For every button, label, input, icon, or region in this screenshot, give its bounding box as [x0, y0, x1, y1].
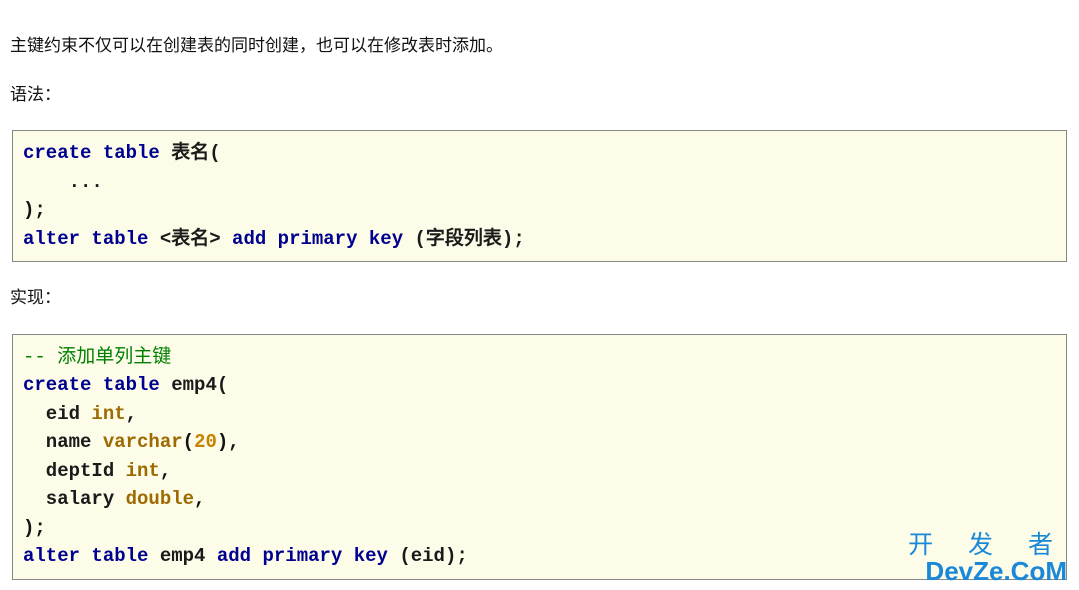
- code-text: (eid);: [388, 545, 468, 567]
- syntax-code-block: create table 表名( ... ); alter table <表名>…: [12, 130, 1067, 262]
- syntax-label: 语法：: [10, 81, 1069, 108]
- code-text: salary: [23, 488, 126, 510]
- keyword-table: table: [103, 142, 160, 164]
- code-text: emp4(: [160, 374, 228, 396]
- keyword-table: table: [103, 374, 160, 396]
- type-varchar: varchar: [103, 431, 183, 453]
- keyword-add: add: [217, 545, 251, 567]
- keyword-primary: primary: [262, 545, 342, 567]
- code-text: ),: [217, 431, 240, 453]
- keyword-primary: primary: [278, 228, 358, 250]
- code-text: (: [183, 431, 194, 453]
- keyword-alter: alter: [23, 545, 80, 567]
- code-text: ,: [126, 403, 137, 425]
- keyword-add: add: [232, 228, 266, 250]
- code-comment: -- 添加单列主键: [23, 346, 171, 368]
- implementation-label: 实现：: [10, 284, 1069, 311]
- keyword-create: create: [23, 142, 91, 164]
- code-text: ,: [160, 460, 171, 482]
- keyword-table: table: [91, 228, 148, 250]
- keyword-alter: alter: [23, 228, 80, 250]
- keyword-key: key: [369, 228, 403, 250]
- code-text: 表名(: [160, 142, 221, 164]
- type-double: double: [126, 488, 194, 510]
- code-text: (字段列表);: [403, 228, 525, 250]
- code-text: );: [23, 199, 46, 221]
- code-text: );: [23, 517, 46, 539]
- keyword-key: key: [354, 545, 388, 567]
- code-text: ...: [23, 171, 103, 193]
- code-text: emp4: [148, 545, 216, 567]
- implementation-code-block: -- 添加单列主键 create table emp4( eid int, na…: [12, 334, 1067, 580]
- type-int: int: [126, 460, 160, 482]
- intro-paragraph: 主键约束不仅可以在创建表的同时创建，也可以在修改表时添加。: [10, 32, 1069, 59]
- code-text: name: [23, 431, 103, 453]
- number-literal: 20: [194, 431, 217, 453]
- keyword-table: table: [91, 545, 148, 567]
- keyword-create: create: [23, 374, 91, 396]
- code-text: <表名>: [148, 228, 232, 250]
- code-text: eid: [23, 403, 91, 425]
- code-text: deptId: [23, 460, 126, 482]
- code-text: ,: [194, 488, 205, 510]
- type-int: int: [91, 403, 125, 425]
